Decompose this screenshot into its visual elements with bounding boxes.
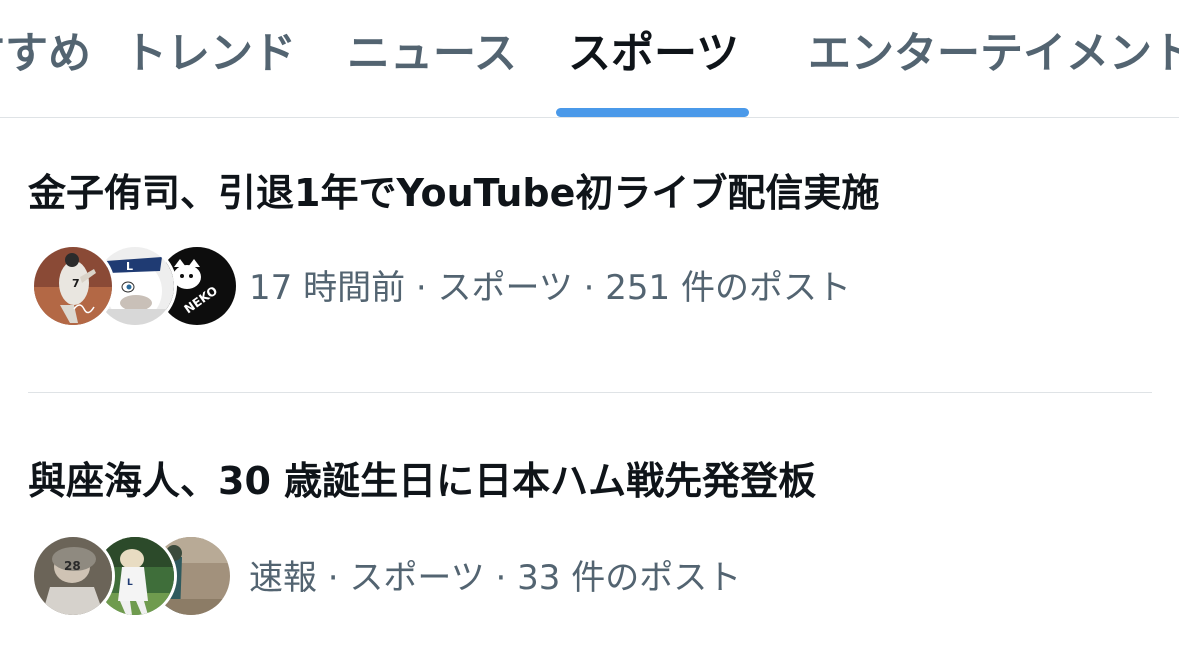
active-tab-indicator — [556, 108, 749, 117]
avatar-stack: 7 L NEKO — [31, 244, 239, 328]
trend-meta: 17 時間前 · スポーツ · 251 件のポスト — [249, 268, 851, 308]
avatar-number: 7 — [72, 277, 80, 290]
trend-meta: 速報 · スポーツ · 33 件のポスト — [249, 558, 742, 598]
avatar-number: 28 — [64, 559, 81, 573]
tab-news[interactable]: ニュース — [347, 24, 517, 84]
avatar: 28 — [31, 534, 115, 618]
tab-trending[interactable]: トレンド — [124, 24, 296, 84]
svg-text:L: L — [126, 260, 133, 273]
svg-text:L: L — [127, 578, 133, 588]
avatar-stack: 28 L — [31, 534, 233, 618]
trend-title: 與座海人、30 歳誕生日に日本ハム戦先発登板 — [28, 459, 817, 503]
tab-sports[interactable]: スポーツ — [568, 24, 739, 84]
tab-recommended[interactable]: すすめ — [0, 24, 91, 84]
tab-entertainment[interactable]: エンターテイメント — [808, 24, 1179, 84]
avatar: 7 — [31, 244, 115, 328]
trend-item[interactable]: 金子侑司、引退1年でYouTube初ライブ配信実施 7 L NEKO 17 時間… — [0, 118, 1179, 392]
trend-item[interactable]: 與座海人、30 歳誕生日に日本ハム戦先発登板 28 L 速報 · スポーツ · … — [0, 393, 1179, 671]
trend-title: 金子侑司、引退1年でYouTube初ライブ配信実施 — [28, 171, 880, 215]
tab-bar: すすめ トレンド ニュース スポーツ エンターテイメント — [0, 0, 1179, 118]
